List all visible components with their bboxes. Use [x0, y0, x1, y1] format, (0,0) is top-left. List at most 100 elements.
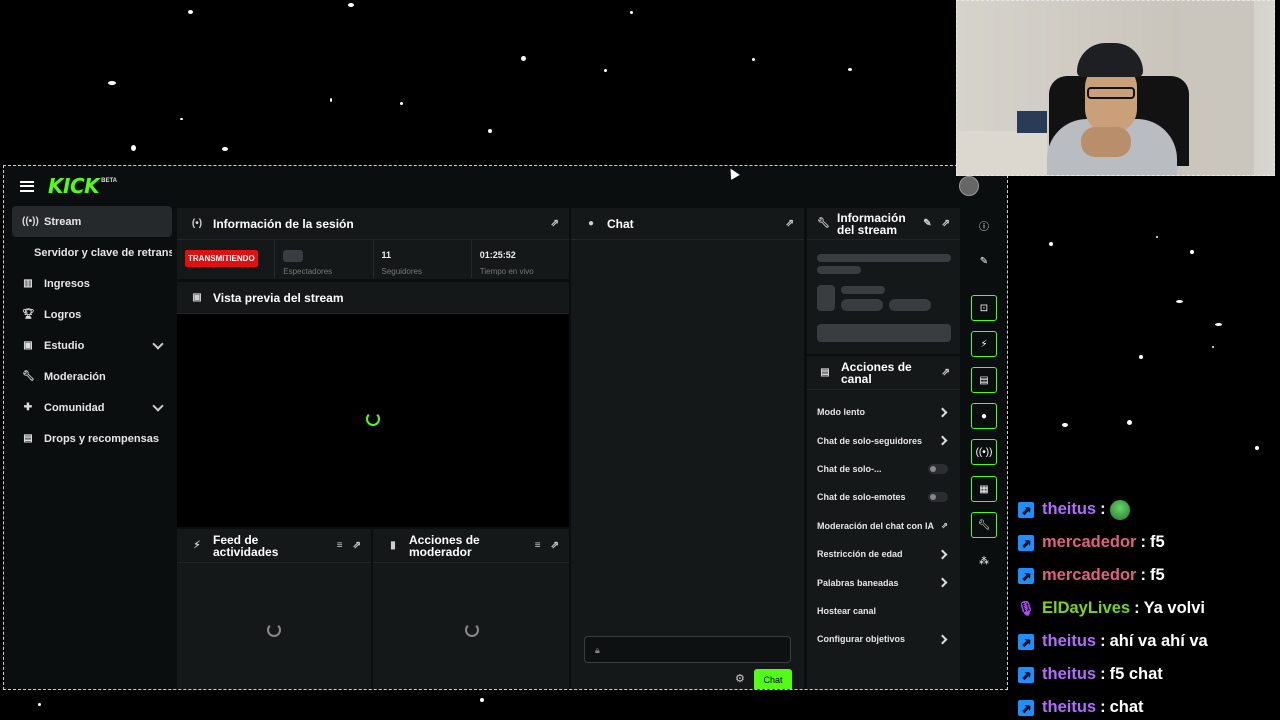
sidebar-item-logros[interactable]: 🏆︎ Logros [12, 299, 172, 330]
popout-icon[interactable]: ⇗ [551, 218, 559, 229]
menu-icon[interactable] [20, 180, 34, 192]
channel-icon: ▤ [820, 367, 830, 378]
popout-icon[interactable]: ⇗ [786, 218, 794, 229]
sidebar-item-server-key[interactable]: Servidor y clave de retransmisión [12, 237, 172, 268]
action-label: Restricción de edad [817, 549, 903, 560]
stat-status: TRANSMITIENDO [177, 240, 276, 278]
popout-icon[interactable]: ⇗ [942, 218, 950, 229]
chat-bubble-icon[interactable]: ● [971, 403, 997, 429]
subs-only-toggle[interactable] [928, 463, 948, 474]
skeleton-tag [841, 299, 883, 311]
skeleton-thumb [817, 285, 835, 311]
action-label: Chat de solo-emotes [817, 492, 906, 503]
sidebar-item-comunidad[interactable]: ✚ Comunidad [12, 392, 172, 423]
wrench-icon[interactable]: 🔧︎ [971, 512, 997, 538]
chat-separator: : [1100, 665, 1106, 683]
action-slow-mode[interactable]: Modo lento [807, 398, 960, 426]
activity-feed-panel: ⚡︎ Feed de actividades ≡ ⇗ [177, 529, 371, 689]
popout-icon[interactable]: ⇗ [353, 540, 361, 551]
panel-title: Feed de actividades [213, 532, 279, 559]
external-link-icon: ⇗ [941, 521, 948, 531]
panel-title: Chat [607, 216, 634, 231]
sidebar-item-label: Comunidad [44, 401, 105, 414]
webcam-wall [1184, 1, 1254, 175]
chat-separator: : [1134, 599, 1140, 617]
filter-icon[interactable]: ≡ [337, 540, 343, 551]
panel-header: ▮ Acciones de moderador ≡ ⇗ [373, 529, 569, 563]
action-emotes-only[interactable]: Chat de solo-emotes [807, 483, 960, 511]
video-icon: ▣ [192, 292, 202, 303]
chat-username: theitus [1042, 632, 1097, 650]
sidebar-item-moderacion[interactable]: 🔧︎ Moderación [12, 361, 172, 392]
panel-header: ● Chat ⇗ [571, 208, 804, 240]
action-label: Hostear canal [817, 605, 877, 616]
chat-text: Ya volvi [1143, 599, 1206, 617]
beta-badge: BETA [101, 178, 118, 184]
action-subs-only[interactable]: Chat de solo-... [807, 455, 960, 483]
channel-actions-list: Modo lento Chat de solo-seguidores Chat … [807, 390, 960, 654]
sidebar-item-ingresos[interactable]: ▥ Ingresos [12, 268, 172, 299]
sidebar-item-estudio[interactable]: ▣ Estudio [12, 330, 172, 361]
chat-send-button[interactable]: Chat [754, 669, 792, 689]
stream-icon: ((•)) [22, 216, 39, 227]
gear-icon[interactable]: ⚙ [735, 672, 745, 685]
stat-value: 01:25:52 [479, 250, 516, 260]
panel-header: ▣ Vista previa del stream [177, 282, 569, 314]
user-avatar[interactable] [959, 176, 979, 196]
skeleton-line [841, 286, 885, 294]
action-banned-words[interactable]: Palabras baneadas [807, 568, 960, 596]
action-host-channel[interactable]: Hostear canal [807, 597, 960, 625]
preview-widget-icon[interactable]: ⊡ [971, 295, 997, 321]
action-age-restriction[interactable]: Restricción de edad [807, 540, 960, 568]
edit-icon[interactable]: ✎ [971, 248, 997, 274]
webcam-glasses [1087, 87, 1135, 99]
community-icon[interactable]: ⁂ [971, 548, 997, 574]
sidebar-item-label: Drops y recompensas [44, 432, 159, 445]
broadcast-icon[interactable]: ((•)) [971, 439, 997, 465]
stat-followers: 11 Seguidores [374, 240, 472, 278]
chat-input[interactable]: 🔒︎ [584, 636, 791, 663]
bolt-icon[interactable]: ⚡︎ [971, 331, 997, 357]
kick-badge-icon: ➚ [1018, 699, 1034, 716]
panel-title: Información de la sesión [213, 216, 354, 231]
chevron-down-icon [152, 338, 164, 350]
sidebar-item-label: Servidor y clave de retransmisión [34, 246, 172, 259]
action-ai-moderation[interactable]: Moderación del chat con IA ⇗ [807, 512, 960, 540]
chat-separator: : [1100, 698, 1106, 716]
action-label: Palabras baneadas [817, 577, 899, 588]
live-badge: TRANSMITIENDO [185, 250, 258, 267]
action-label: Chat de solo-... [817, 463, 882, 474]
filter-icon[interactable]: ≡ [535, 540, 541, 551]
panel-header: (•) Información de la sesión ⇗ [177, 208, 569, 240]
notes-icon[interactable]: ▤ [971, 367, 997, 393]
info-icon[interactable]: ⓘ [971, 212, 997, 238]
chat-username: theitus [1042, 500, 1097, 518]
overlay-chat-message: ➚ theitus : chat [1018, 691, 1280, 720]
kick-logo[interactable]: KICK [48, 174, 100, 198]
sidebar-item-stream[interactable]: ((•)) Stream [12, 206, 172, 237]
chat-text: f5 [1149, 566, 1165, 584]
action-set-goals[interactable]: Configurar objetivos [807, 625, 960, 653]
chat-text: f5 [1149, 533, 1165, 551]
sidebar-item-label: Stream [44, 215, 82, 228]
chat-panel: ● Chat ⇗ 🔒︎ ⚙ Chat [571, 208, 804, 689]
edit-icon[interactable]: ✎ [923, 218, 931, 229]
panel-header: ▤ Acciones de canal ⇗ [807, 356, 960, 390]
chat-separator: : [1140, 533, 1146, 551]
skeleton-line [817, 254, 951, 262]
emotes-only-toggle[interactable] [928, 492, 948, 503]
popout-icon[interactable]: ⇗ [551, 540, 559, 551]
kick-dashboard: KICK BETA ((•)) Stream Servidor y clave … [3, 165, 1008, 690]
popout-icon[interactable]: ⇗ [942, 367, 950, 378]
action-followers-only[interactable]: Chat de solo-seguidores [807, 426, 960, 454]
panel-title: Vista previa del stream [213, 290, 344, 305]
overlay-chat-message: ➚ mercadedor : f5 [1018, 559, 1280, 592]
webcam-desk [957, 131, 1047, 175]
chevron-right-icon [937, 435, 948, 446]
panel-header: ⚡︎ Feed de actividades ≡ ⇗ [177, 529, 371, 563]
session-stats: TRANSMITIENDO Espectadores 11 Seguidores… [177, 240, 569, 278]
overlay-chat-message: 🎙︎ ElDayLives : Ya volvi [1017, 592, 1280, 625]
sidebar-item-drops[interactable]: ▤ Drops y recompensas [12, 423, 172, 454]
webcam-cap [1077, 43, 1143, 77]
layout-icon[interactable]: ▦ [971, 476, 997, 502]
